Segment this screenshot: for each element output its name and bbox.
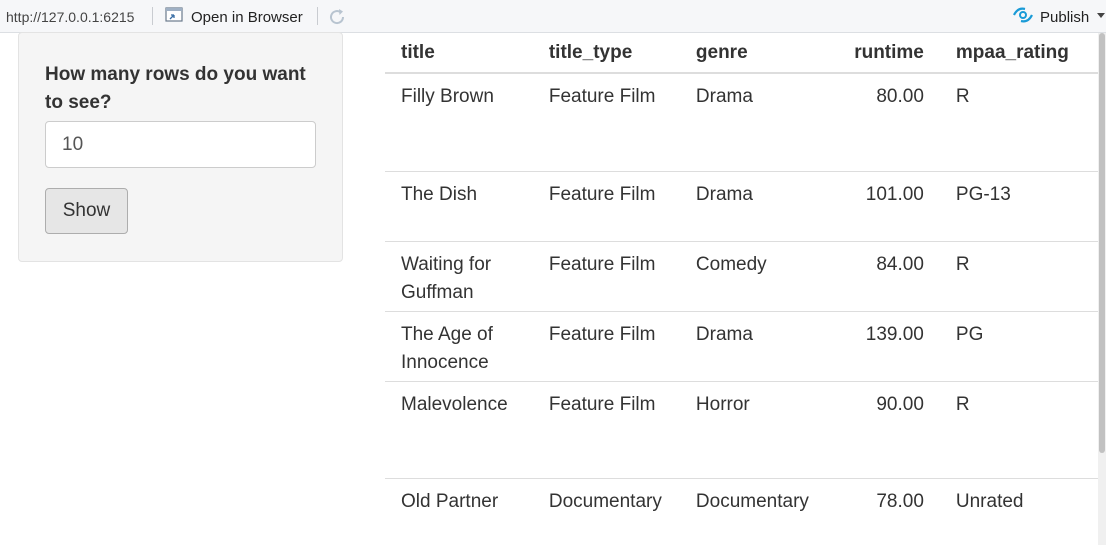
publish-icon [1012, 6, 1034, 28]
cell-title: Filly Brown [401, 86, 494, 107]
table-row: The Dish Feature Film Drama 101.00 PG-13 [385, 170, 1098, 241]
column-header-runtime: runtime [824, 33, 940, 74]
table-row: Old Partner Documentary Documentary 78.0… [385, 477, 1098, 538]
table-row: The Age of Innocence Feature Film Drama … [385, 310, 1098, 381]
publish-dropdown-icon[interactable] [1097, 13, 1105, 18]
cell-mpaa-rating: R [939, 240, 1098, 311]
cell-title: Malevolence [385, 380, 533, 478]
cell-mpaa-rating: R [939, 380, 1098, 478]
cell-mpaa-rating: PG-13 [939, 170, 1098, 241]
rows-input-label: How many rows do you want to see? [45, 64, 306, 113]
show-button[interactable]: Show [45, 188, 128, 234]
cell-mpaa-rating: PG [939, 310, 1098, 381]
table-row: Malevolence Feature Film Horror 90.00 R [385, 380, 1098, 478]
viewer-toolbar: http://127.0.0.1:6215 Open in Browser Pu… [0, 0, 1106, 33]
cell-title-type: Feature Film [548, 86, 656, 107]
cell-title: The Dish [385, 170, 533, 241]
data-table-container: title title_type genre runtime mpaa_rati… [385, 33, 1098, 538]
cell-runtime: 139.00 [824, 310, 940, 381]
browser-window-icon [165, 7, 183, 27]
cell-runtime: 78.00 [824, 477, 940, 538]
cell-genre: Drama [695, 86, 753, 107]
cell-title-type: Feature Film [532, 170, 680, 241]
url-display: http://127.0.0.1:6215 [6, 9, 135, 25]
vertical-scrollbar-thumb[interactable] [1099, 33, 1105, 453]
column-header-mpaa-rating: mpaa_rating [939, 33, 1098, 74]
cell-title: Waiting for Guffman [385, 240, 533, 311]
cell-genre: Comedy [679, 240, 825, 311]
cell-genre: Documentary [679, 477, 825, 538]
cell-title-type: Feature Film [532, 240, 680, 311]
cell-mpaa-rating: Unrated [939, 477, 1098, 538]
open-in-browser-button[interactable]: Open in Browser [165, 6, 303, 28]
open-in-browser-label: Open in Browser [191, 8, 303, 26]
publish-button[interactable]: Publish [1012, 6, 1089, 28]
rows-number-input[interactable] [45, 121, 316, 168]
cell-runtime: 90.00 [824, 380, 940, 478]
cell-runtime: 101.00 [824, 170, 940, 241]
cell-genre: Drama [679, 170, 825, 241]
cell-title-type: Feature Film [532, 380, 680, 478]
data-table: title title_type genre runtime mpaa_rati… [385, 33, 1098, 538]
column-header-genre: genre [679, 33, 825, 74]
cell-title-type: Documentary [532, 477, 680, 538]
cell-mpaa-rating: R [955, 86, 970, 107]
table-row: Waiting for Guffman Feature Film Comedy … [385, 240, 1098, 311]
publish-label: Publish [1040, 8, 1090, 26]
cell-runtime: 84.00 [824, 240, 940, 311]
table-header-row: title title_type genre runtime mpaa_rati… [385, 33, 1098, 74]
cell-runtime: 80.00 [876, 86, 924, 107]
cell-genre: Drama [679, 310, 825, 381]
refresh-icon[interactable] [326, 6, 348, 28]
sidebar-panel: How many rows do you want to see? Show [18, 32, 343, 262]
toolbar-divider [152, 7, 153, 25]
column-header-title: title [385, 33, 533, 74]
column-header-title-type: title_type [532, 33, 680, 74]
cell-title: The Age of Innocence [385, 310, 533, 381]
toolbar-divider [317, 7, 318, 25]
cell-title: Old Partner [385, 477, 533, 538]
cell-title-type: Feature Film [532, 310, 680, 381]
cell-genre: Horror [679, 380, 825, 478]
table-row: Filly Brown Feature Film Drama 80.00 R [385, 73, 1098, 171]
